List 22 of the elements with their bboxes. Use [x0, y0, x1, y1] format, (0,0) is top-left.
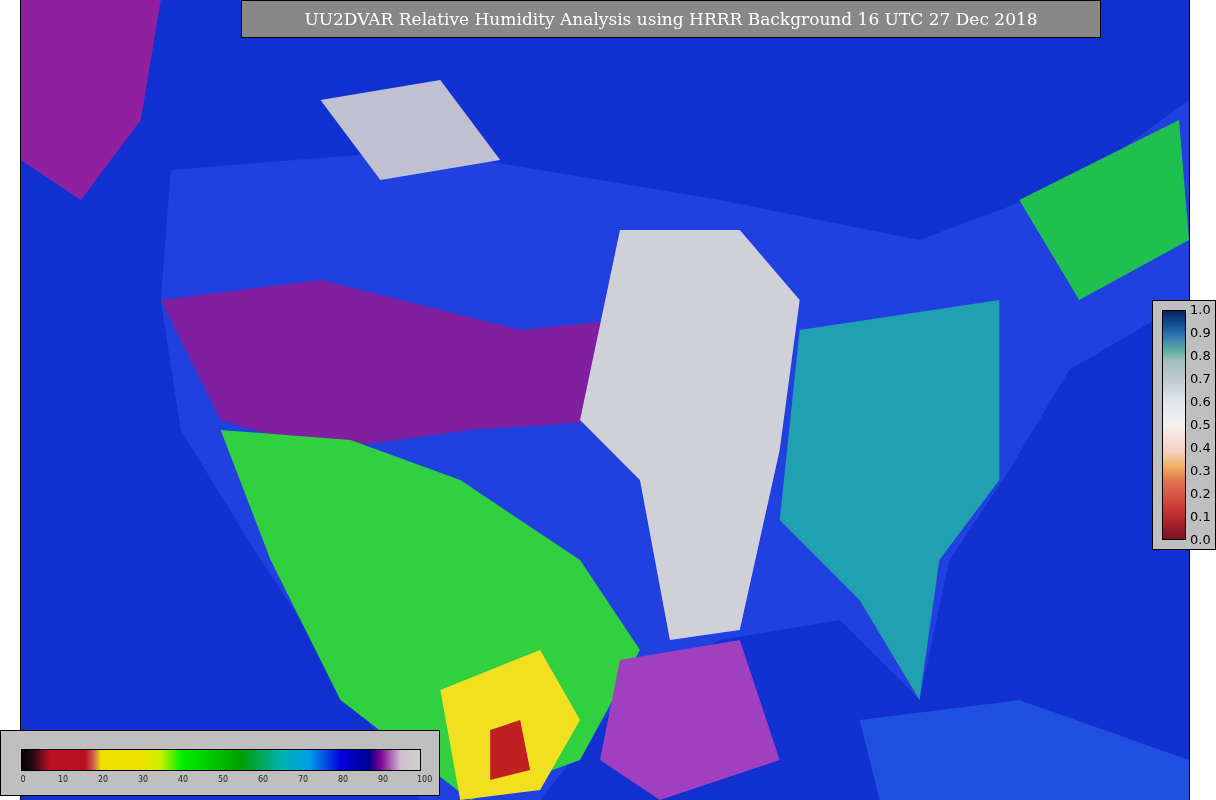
tick-label: 1.0 [1190, 303, 1211, 317]
tick-label: 10 [57, 775, 69, 786]
tick-label: 0.6 [1190, 395, 1211, 409]
tick-label: 0.2 [1190, 487, 1211, 501]
map-title: UU2DVAR Relative Humidity Analysis using HRRR Background 16 UTC 27 Dec 2018 [241, 0, 1101, 38]
tick-label: 0 [19, 775, 27, 786]
tick-label: 0.9 [1190, 326, 1211, 340]
tick-label: 40 [177, 775, 189, 786]
tick-label: 80 [337, 775, 349, 786]
tick-label: 60 [257, 775, 269, 786]
tick-label: 20 [97, 775, 109, 786]
tick-label: 0.7 [1190, 372, 1211, 386]
tick-label: 0.0 [1190, 533, 1211, 547]
tick-label: 0.5 [1190, 418, 1211, 432]
tick-label: 70 [297, 775, 309, 786]
tick-label: 0.4 [1190, 441, 1211, 455]
tick-label: 50 [217, 775, 229, 786]
tick-label: 0.1 [1190, 510, 1211, 524]
tick-label: 30 [137, 775, 149, 786]
tick-label: 0.3 [1190, 464, 1211, 478]
tick-label: 90 [377, 775, 389, 786]
tick-label: 0.8 [1190, 349, 1211, 363]
